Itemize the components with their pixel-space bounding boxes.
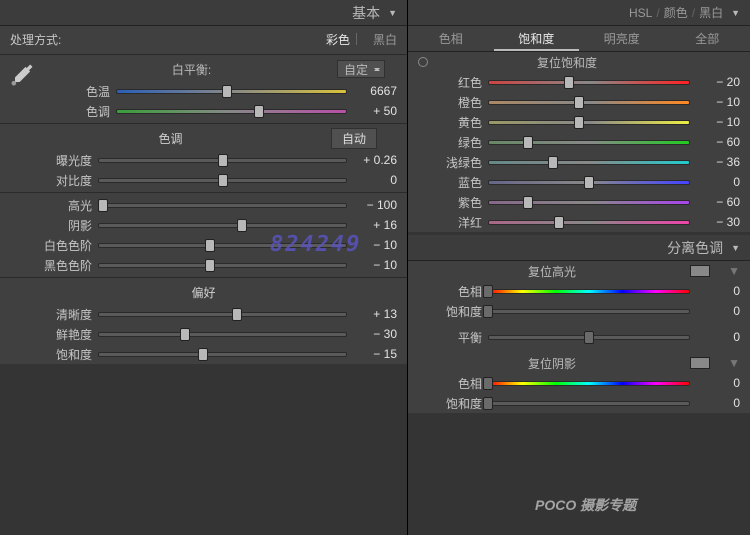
reset-highlights-label[interactable]: 复位高光 [418, 263, 686, 280]
hsl-subtabs: 色相 饱和度 明亮度 全部 [408, 26, 750, 52]
divider [356, 33, 357, 45]
green-sat-slider[interactable] [488, 135, 690, 149]
wb-preset-select[interactable]: 自定 [337, 60, 385, 78]
treatment-label: 处理方式: [10, 31, 316, 48]
sh-sat-slider[interactable] [488, 396, 690, 410]
balance-slider[interactable] [488, 330, 690, 344]
sh-hue-slider[interactable] [488, 376, 690, 390]
chevron-down-icon: ▼ [388, 8, 397, 18]
blacks-slider[interactable] [98, 258, 347, 272]
chevron-down-icon: ▼ [731, 243, 740, 253]
watermark-overlay: 824249 [270, 232, 361, 257]
basic-panel: 基本 ▼ 处理方式: 彩色 黑白 白平衡: 自定 色温 6667 [0, 0, 408, 535]
orange-sat-slider[interactable] [488, 95, 690, 109]
temp-slider-row: 色温 6667 [36, 81, 407, 101]
temp-value[interactable]: 6667 [353, 84, 397, 98]
shadow-swatch[interactable] [690, 357, 710, 369]
hi-hue-slider[interactable] [488, 284, 690, 298]
blue-sat-slider[interactable] [488, 175, 690, 189]
treatment-row: 处理方式: 彩色 黑白 [0, 26, 407, 52]
chevron-down-icon: ▼ [731, 8, 740, 18]
auto-tone-button[interactable]: 自动 [331, 128, 377, 149]
hsl-panel-header[interactable]: HSL/颜色/黑白 ▼ [408, 0, 750, 26]
basic-title: 基本 [352, 3, 380, 23]
treatment-color[interactable]: 彩色 [326, 31, 350, 48]
tab-hue[interactable]: 色相 [408, 26, 494, 51]
clarity-slider[interactable] [98, 307, 347, 321]
tint-value[interactable]: + 50 [353, 104, 397, 118]
vibrance-slider[interactable] [98, 327, 347, 341]
tint-slider[interactable] [116, 104, 347, 118]
temp-slider[interactable] [116, 84, 347, 98]
yellow-sat-slider[interactable] [488, 115, 690, 129]
wb-label: 白平衡: [46, 61, 337, 78]
basic-panel-header[interactable]: 基本 ▼ [0, 0, 407, 26]
aqua-sat-slider[interactable] [488, 155, 690, 169]
saturation-slider[interactable] [98, 347, 347, 361]
purple-sat-slider[interactable] [488, 195, 690, 209]
magenta-sat-slider[interactable] [488, 215, 690, 229]
presence-header: 偏好 [10, 284, 397, 301]
tab-luminance[interactable]: 明亮度 [579, 26, 665, 51]
treatment-bw[interactable]: 黑白 [373, 31, 397, 48]
watermark-poco: POCO 摄影专题 [535, 495, 636, 515]
eyedropper-icon[interactable] [8, 61, 36, 89]
highlight-swatch[interactable] [690, 265, 710, 277]
red-sat-slider[interactable] [488, 75, 690, 89]
target-adjust-icon[interactable] [418, 57, 428, 67]
reset-saturation-label[interactable]: 复位饱和度 [434, 54, 700, 71]
tab-saturation[interactable]: 饱和度 [494, 26, 580, 51]
reset-shadows-label[interactable]: 复位阴影 [418, 355, 686, 372]
contrast-slider[interactable] [98, 173, 347, 187]
exposure-slider[interactable] [98, 153, 347, 167]
tab-all[interactable]: 全部 [665, 26, 750, 51]
tone-header: 色调 [10, 130, 331, 147]
split-toning-header[interactable]: 分离色调▼ [408, 235, 750, 261]
hi-sat-slider[interactable] [488, 304, 690, 318]
shadows-slider[interactable] [98, 218, 347, 232]
highlights-slider[interactable] [98, 198, 347, 212]
